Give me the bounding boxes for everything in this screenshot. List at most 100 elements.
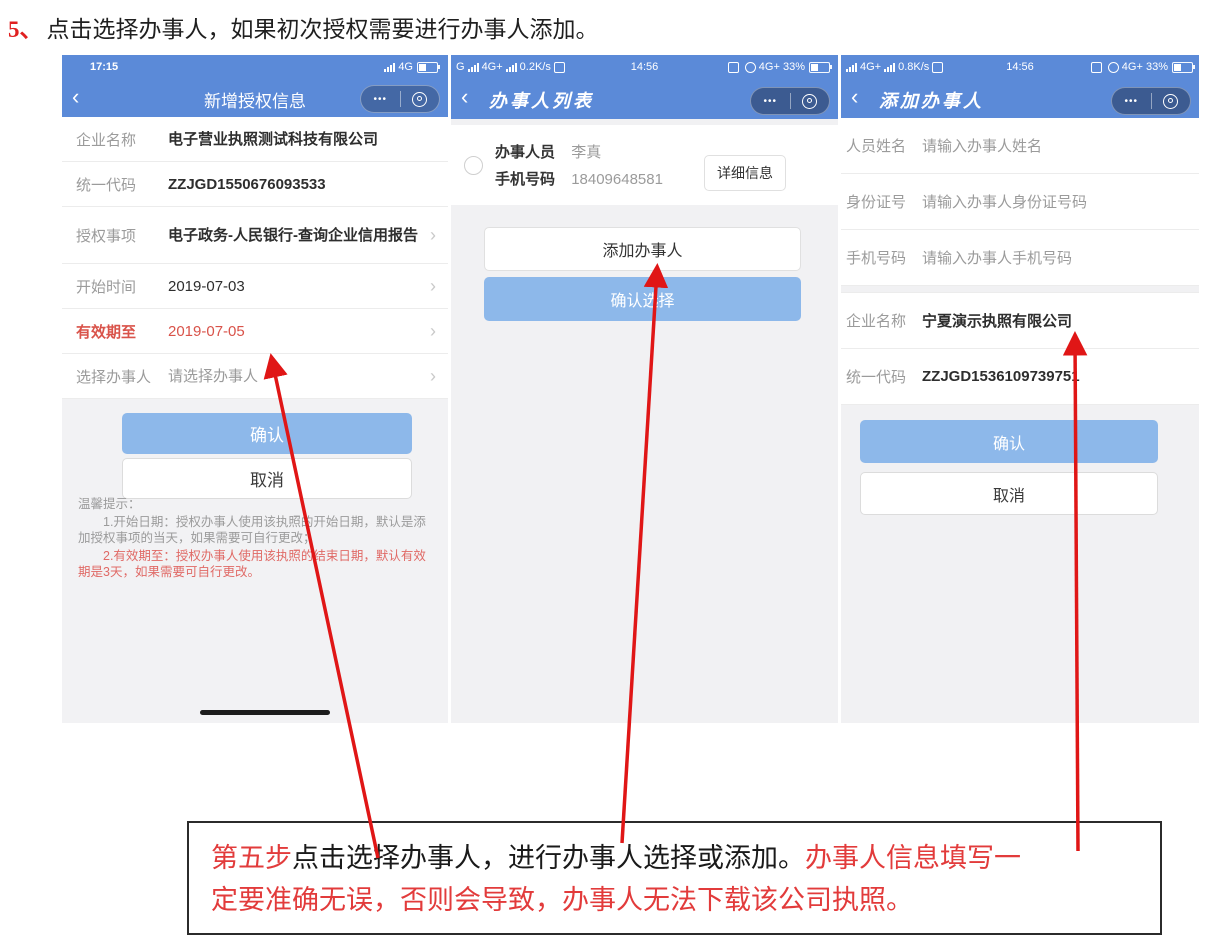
close-target-icon[interactable] (401, 92, 440, 107)
input-row-phone-number[interactable]: 手机号码 请输入办事人手机号码 (841, 230, 1199, 286)
field-label: 开始时间 (76, 276, 168, 297)
field-row-unified-code: 统一代码 ZZJGD1536109739751 (841, 349, 1199, 405)
detail-info-button[interactable]: 详细信息 (704, 155, 786, 191)
vibrate-icon (728, 62, 739, 73)
network-label: 4G+ (759, 61, 780, 73)
field-value: 2019-07-03 (168, 277, 424, 296)
battery-icon (809, 62, 830, 73)
cancel-button[interactable]: 取消 (122, 458, 412, 499)
agent-list-item[interactable]: 办事人员 李真 手机号码 18409648581 详细信息 (451, 125, 838, 205)
battery-icon (1172, 62, 1193, 73)
field-label: 有效期至 (76, 321, 168, 342)
field-placeholder: 请选择办事人 (168, 367, 424, 386)
tips-line-1: 1.开始日期：授权办事人使用该执照的开始日期，默认是添加授权事项的当天，如果需要… (78, 514, 436, 546)
note-line-2: 定要准确无误，否则会导致，办事人无法下载该公司执照。 (211, 879, 1140, 921)
signal-icon (384, 63, 395, 72)
agent-name-value: 李真 (571, 144, 601, 161)
status-bar: 4G+ 0.8K/s 14:56 4G+ 33% (841, 55, 1199, 79)
chevron-right-icon (430, 321, 436, 342)
more-icon[interactable] (751, 92, 790, 110)
confirm-selection-button[interactable]: 确认选择 (484, 277, 801, 321)
battery-percent: 33% (783, 61, 805, 73)
chevron-right-icon (430, 225, 436, 246)
home-indicator (200, 710, 330, 715)
battery-percent: 33% (1146, 61, 1168, 73)
input-placeholder: 请输入办事人身份证号码 (922, 191, 1189, 212)
tutorial-page: 5、点击选择办事人，如果初次授权需要进行办事人添加。 17:15 4G 新增授权… (0, 0, 1214, 949)
field-row-company-name: 企业名称 电子营业执照测试科技有限公司 (62, 117, 448, 162)
cancel-button[interactable]: 取消 (860, 472, 1158, 515)
add-agent-button[interactable]: 添加办事人 (484, 227, 801, 271)
nav-bar: 办事人列表 (451, 79, 838, 119)
nav-bar: 添加办事人 (841, 79, 1199, 119)
vibrate-icon (1091, 62, 1102, 73)
field-label: 手机号码 (846, 247, 922, 268)
field-value: ZZJGD1536109739751 (922, 368, 1189, 385)
input-row-id-number[interactable]: 身份证号 请输入办事人身份证号码 (841, 174, 1199, 230)
screenshot-agent-list: G 4G+ 0.2K/s 14:56 4G+ 33% 办事人列表 (451, 55, 838, 723)
alarm-icon (1108, 62, 1119, 73)
field-row-company-name: 企业名称 宁夏演示执照有限公司 (841, 293, 1199, 349)
radio-button[interactable] (464, 156, 483, 175)
field-label: 企业名称 (76, 129, 168, 150)
field-label: 企业名称 (846, 310, 922, 331)
more-icon[interactable] (361, 90, 400, 108)
field-label: 统一代码 (846, 366, 922, 387)
screenshot-add-agent: 4G+ 0.8K/s 14:56 4G+ 33% 添加办事人 (841, 55, 1199, 723)
field-label: 统一代码 (76, 174, 168, 195)
field-row-unified-code: 统一代码 ZZJGD1550676093533 (62, 162, 448, 207)
field-label: 选择办事人 (76, 366, 168, 387)
network-label: 4G (398, 61, 413, 73)
section-gap (841, 286, 1199, 293)
chevron-right-icon (430, 366, 436, 387)
agent-phone-label: 手机号码 (495, 171, 555, 188)
back-icon[interactable] (851, 83, 858, 111)
field-row-valid-until[interactable]: 有效期至 2019-07-05 (62, 309, 448, 354)
status-bar: 17:15 4G (62, 55, 448, 79)
back-icon[interactable] (461, 83, 468, 111)
input-placeholder: 请输入办事人手机号码 (922, 247, 1189, 268)
tips-line-2: 2.有效期至：授权办事人使用该执照的结束日期，默认有效期是3天，如果需要可自行更… (78, 548, 436, 580)
close-target-icon[interactable] (1152, 94, 1191, 109)
field-value: ZZJGD1550676093533 (168, 175, 436, 194)
note-line-1: 第五步点击选择办事人，进行办事人选择或添加。办事人信息填写一 (211, 837, 1140, 879)
note-black-text: 点击选择办事人，进行办事人选择或添加。 (292, 843, 805, 873)
field-label: 人员姓名 (846, 135, 922, 156)
field-row-start-date[interactable]: 开始时间 2019-07-03 (62, 264, 448, 309)
alarm-icon (745, 62, 756, 73)
field-label: 身份证号 (846, 191, 922, 212)
note-warning-start: 办事人信息填写一 (805, 843, 1021, 873)
field-row-auth-item[interactable]: 授权事项 电子政务-人民银行-查询企业信用报告 (62, 207, 448, 264)
instruction-note-box: 第五步点击选择办事人，进行办事人选择或添加。办事人信息填写一 定要准确无误，否则… (187, 821, 1162, 935)
field-label: 授权事项 (76, 225, 168, 246)
field-value: 宁夏演示执照有限公司 (922, 310, 1189, 331)
field-value: 电子政务-人民银行-查询企业信用报告 (168, 226, 424, 245)
status-time: 17:15 (90, 55, 118, 79)
agent-name-label: 办事人员 (495, 144, 555, 161)
screenshot-new-authorization: 17:15 4G 新增授权信息 企业名称 电子营业执照测试科技有限公司 统一代码 (62, 55, 448, 723)
field-value: 电子营业执照测试科技有限公司 (168, 130, 436, 149)
more-icon[interactable] (1112, 92, 1151, 110)
close-target-icon[interactable] (791, 94, 830, 109)
field-value: 2019-07-05 (168, 322, 424, 341)
confirm-button[interactable]: 确认 (122, 413, 412, 454)
tips-block: 温馨提示： 1.开始日期：授权办事人使用该执照的开始日期，默认是添加授权事项的当… (78, 496, 436, 582)
note-warning-end: 定要准确无误，否则会导致，办事人无法下载该公司执照。 (211, 885, 913, 915)
field-row-select-agent[interactable]: 选择办事人 请选择办事人 (62, 354, 448, 399)
nav-bar: 新增授权信息 (62, 79, 448, 117)
step-heading-text: 点击选择办事人，如果初次授权需要进行办事人添加。 (47, 17, 599, 42)
tips-title: 温馨提示： (78, 496, 436, 512)
chevron-right-icon (430, 276, 436, 297)
input-row-person-name[interactable]: 人员姓名 请输入办事人姓名 (841, 118, 1199, 174)
agent-phone-value: 18409648581 (571, 171, 663, 188)
status-bar: G 4G+ 0.2K/s 14:56 4G+ 33% (451, 55, 838, 79)
page-title: 办事人列表 (489, 87, 594, 113)
step-number: 5、 (8, 17, 43, 42)
step-heading: 5、点击选择办事人，如果初次授权需要进行办事人添加。 (8, 10, 599, 44)
miniprogram-capsule (360, 85, 440, 113)
confirm-button[interactable]: 确认 (860, 420, 1158, 463)
input-placeholder: 请输入办事人姓名 (922, 135, 1189, 156)
network-label: 4G+ (1122, 61, 1143, 73)
note-step-label: 第五步 (211, 843, 292, 873)
battery-icon (417, 62, 438, 73)
